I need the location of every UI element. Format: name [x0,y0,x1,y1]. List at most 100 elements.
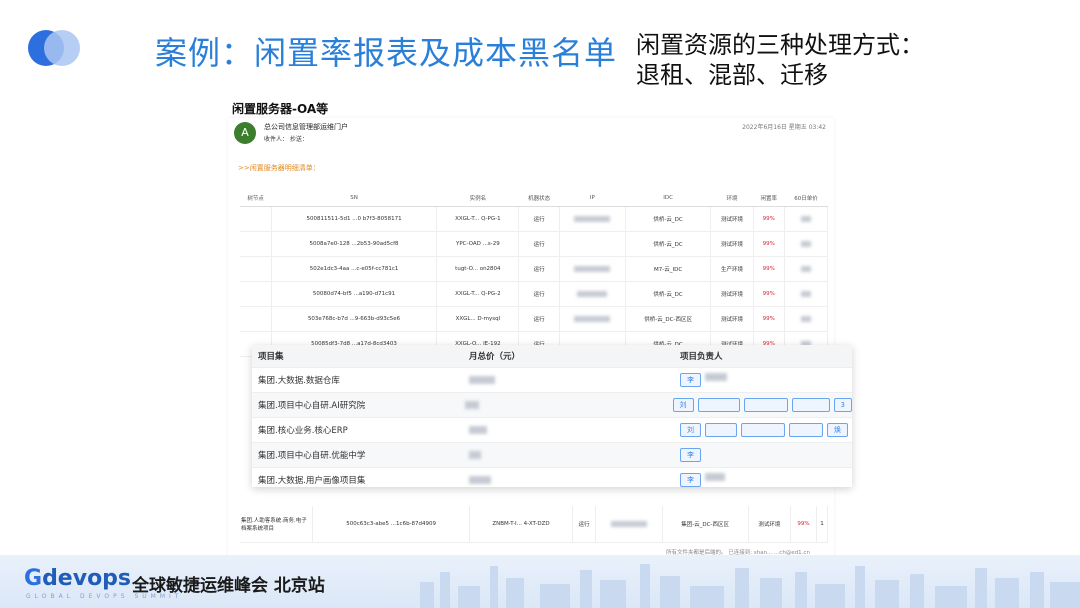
cost-blacklist-table: 项目集 月总价（元） 项目负责人 集团.大数据.数据仓库 李 集团.项目中心自研… [252,345,852,487]
side-note-line1: 闲置资源的三种处理方式： [636,31,924,59]
brand-name: devops [42,566,132,591]
cell-node [240,306,272,332]
list-item: 集团.项目中心自研.AI研究院 刘 3 [252,392,852,417]
cell-sn: 5008a7e0-128 ...2b53-90ad5cf8 [271,231,438,257]
col-instance: 实例名 [436,190,519,207]
cell-price [784,256,829,282]
brand-initial: G [24,566,43,591]
project-name: 集团.大数据.数据仓库 [258,376,340,386]
owner-tag[interactable]: 刘 [680,423,701,437]
cell-node [240,206,272,232]
email-subject: 闲置服务器-OA等 [232,102,329,116]
email-screenshot: A 总公司信息管理部运维门户 收件人： 抄送： 2022年6月16日 星期五 0… [228,118,834,558]
monthly-cost [463,450,674,460]
cell-status: 运行 [518,231,560,257]
cell-price [784,206,829,232]
idle-server-table-tail: 集团.人助客系统.商务.电子档案系统项目 500c63c3-abe5 ...1c… [240,506,829,543]
cell-node [240,256,272,282]
owner-tag[interactable]: 刘 [672,398,694,412]
cell-idle-rate: 99% [753,231,785,257]
cell-status: 运行 [518,306,560,332]
owner-tags: 刘 3 [667,398,852,412]
col-idle-rate: 闲置率 [753,190,785,207]
monthly-cost [463,425,674,435]
email-section-title: >>闲置服务器明细清单： [238,164,320,172]
cell-idle-rate: 99% [753,206,785,232]
cell-sn: 500811511-5d1 ...0 b7f3-8058171 [271,206,438,232]
logo-circle-light [44,30,80,66]
col-sn: SN [271,190,437,207]
table-row: 5008a7e0-128 ...2b53-90ad5cf8 YPC-OAD ..… [240,231,829,257]
table-row: 50080d74-bf5 ...a190-d71c91 XXGL-T... Q-… [240,281,829,307]
col-env: 环境 [710,190,754,207]
owner-tag[interactable] [743,398,788,412]
owner-tag[interactable] [705,423,737,437]
email-sender: 总公司信息管理部运维门户 [264,123,348,131]
cell-ip [559,281,626,307]
owner-tag[interactable]: 3 [833,398,852,412]
table-row: 502e1dc3-4aa ...c-e05f-cc781c1 tugt-O...… [240,256,829,282]
cell-status: 运行 [518,256,560,282]
owner-tags: 刘 焕 [674,423,852,437]
event-subtitle: GLOBAL DEVOPS SUMMIT [26,593,183,600]
cell-node: 集团.人助客系统.商务.电子档案系统项目 [240,506,313,543]
cell-env: 测试环境 [710,206,754,232]
cell-env: 测试环境 [710,231,754,257]
cell-env: 生产环境 [710,256,754,282]
owner-tag[interactable]: 李 [680,473,701,487]
cell-node [240,231,272,257]
cell-idc: 供桥-云_DC [625,206,712,232]
owner-tag[interactable] [741,423,785,437]
cell-env: 测试环境 [710,281,754,307]
cell-idle-rate: 99% [753,281,785,307]
cell-instance: YPC-OAD ...s-29 [436,231,520,257]
cell-idle-rate: 99% [753,306,785,332]
avatar: A [234,122,256,144]
cell-status: 运行 [572,506,597,543]
col-owner: 项目负责人 [680,352,723,362]
idle-server-table: 树节点 SN 实例名 机器状态 IP IDC 环境 闲置率 60日单价 5008… [240,190,829,357]
cell-ip [595,506,663,543]
cell-status: 运行 [518,206,560,232]
project-name: 集团.大数据.用户画像项目集 [258,476,366,486]
cell-instance: XXGL-T... Q-PG-2 [436,281,520,307]
owner-tags: 李 [674,448,852,462]
owner-tag[interactable]: 焕 [827,423,848,437]
owner-tag[interactable] [791,398,830,412]
cell-ip [559,206,626,232]
col-project: 项目集 [258,352,284,362]
cell-idle-rate: 99% [753,256,785,282]
list-item: 集团.大数据.用户画像项目集 李 [252,467,852,492]
cell-sn: 50080d74-bf5 ...a190-d71c91 [271,281,438,307]
owner-tag[interactable] [697,398,740,412]
cell-sn: 503e768c-b7d ...9-663b-d93c5e6 [271,306,438,332]
owner-tag[interactable]: 李 [680,373,701,387]
blacklist-header: 项目集 月总价（元） 项目负责人 [252,345,852,367]
list-item: 集团.项目中心自研.优能中学 李 [252,442,852,467]
cell-idc: 供桥-云_DC [625,281,712,307]
cell-status: 运行 [518,281,560,307]
header-logo [28,30,84,66]
list-item: 集团.大数据.数据仓库 李 [252,367,852,392]
cell-idc: 供桥-云_DC-西区区 [625,306,712,332]
cell-price [784,281,829,307]
cell-instance: ZNBM-T-I... 4-XT-DZD [469,506,573,543]
cell-price [784,306,829,332]
cell-node [240,281,272,307]
cell-instance: XXGL-T... Q-PG-1 [436,206,520,232]
cell-sn: 502e1dc3-4aa ...c-e05f-cc781c1 [271,256,438,282]
owner-tag[interactable] [789,423,823,437]
cell-ip [559,256,626,282]
list-item: 集团.核心业务.核心ERP 刘 焕 [252,417,852,442]
cell-ip [559,231,626,257]
cell-sn: 500c63c3-abe5 ...1c6b-87d4909 [312,506,471,543]
monthly-cost [459,400,666,410]
cell-idle-rate: 99% [790,506,817,543]
project-name: 集团.核心业务.核心ERP [258,426,348,436]
col-monthly-cost: 月总价（元） [469,352,521,362]
cell-idc: 集团-云_DC-西区区 [662,506,749,543]
side-note: 闲置资源的三种处理方式： 退租、混部、迁移 [636,30,924,90]
cell-instance: XXGL... D-mysql [436,306,520,332]
table-header-row: 树节点 SN 实例名 机器状态 IP IDC 环境 闲置率 60日单价 [240,190,828,207]
owner-tag[interactable]: 李 [680,448,701,462]
